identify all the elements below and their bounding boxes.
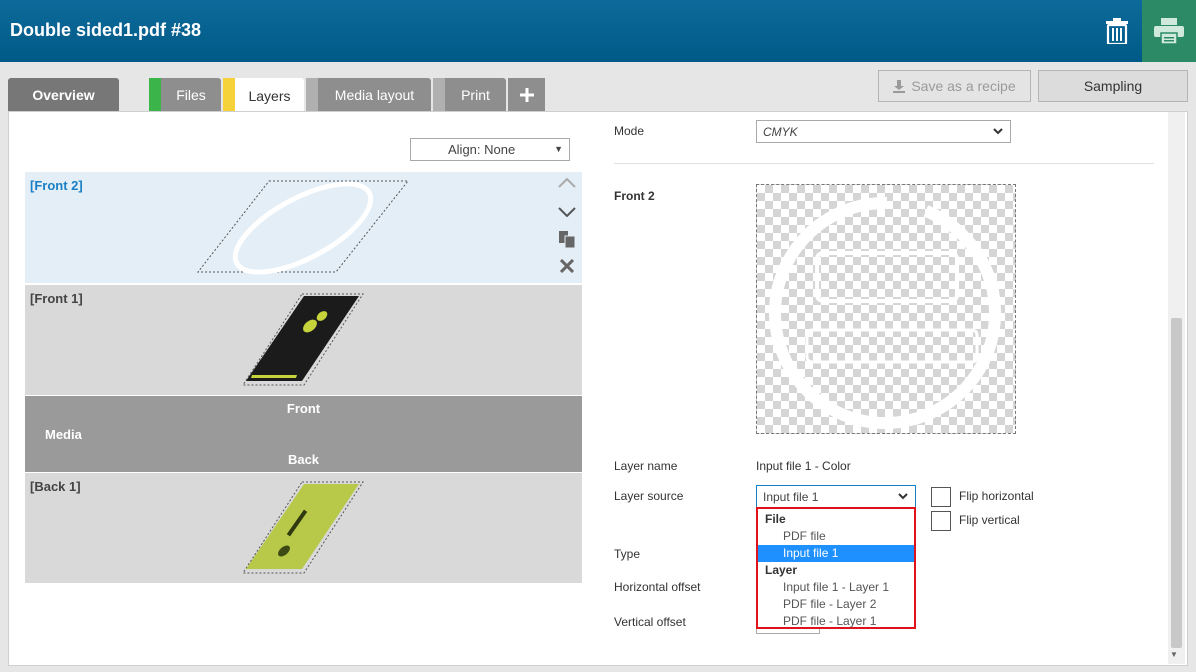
job-title: Double sided1.pdf #38	[10, 20, 202, 40]
layer-name: [Front 1]	[30, 291, 83, 306]
trash-icon	[1106, 18, 1128, 44]
tab-files-color-bar	[149, 78, 161, 112]
media-separator: Front Media Back	[25, 396, 582, 472]
media-front-label: Front	[286, 401, 321, 416]
chevron-down-icon	[558, 207, 576, 217]
move-down-button[interactable]	[555, 201, 579, 223]
divider	[614, 163, 1154, 164]
plus-icon	[519, 88, 534, 102]
chevron-down-icon	[993, 128, 1003, 135]
chevron-down-icon	[898, 493, 908, 500]
tab-layers-label: Layers	[248, 87, 291, 104]
dropdown-group-layer: Layer	[765, 563, 798, 577]
save-as-recipe-button[interactable]: Save as a recipe	[878, 70, 1031, 102]
dropdown-group-file: File	[765, 512, 786, 526]
chevron-up-icon	[558, 178, 576, 188]
sampling-button[interactable]: Sampling	[1038, 70, 1188, 102]
tab-overview-label: Overview	[32, 87, 95, 103]
layer-thumbnail	[242, 481, 364, 574]
close-icon	[560, 259, 574, 273]
layer-name-label: Layer name	[614, 459, 678, 473]
tab-layers-color-bar	[223, 78, 235, 113]
layer-name: [Front 2]	[30, 178, 83, 193]
tab-print-color-bar	[433, 78, 445, 112]
printer-icon	[1154, 18, 1184, 44]
move-up-button[interactable]	[555, 172, 579, 194]
media-back-label: Back	[287, 452, 320, 467]
add-tab-button[interactable]	[508, 78, 545, 112]
tab-print-label: Print	[461, 87, 490, 103]
section-title: Front 2	[614, 189, 655, 203]
tab-media-layout-color-bar	[306, 78, 318, 112]
tab-files[interactable]: Files	[149, 78, 221, 112]
type-label: Type	[614, 547, 641, 561]
align-select[interactable]: Align: None ▼	[410, 138, 570, 161]
duplicate-button[interactable]	[555, 228, 579, 250]
flip-horizontal-label: Flip horizontal	[959, 489, 1034, 503]
tab-media-layout[interactable]: Media layout	[306, 78, 431, 112]
sampling-label: Sampling	[1083, 78, 1143, 94]
app-header: Double sided1.pdf #38	[0, 0, 1196, 62]
copy-icon	[559, 230, 575, 248]
vertical-offset-label: Vertical offset	[614, 615, 686, 629]
media-label: Media	[45, 427, 82, 442]
delete-button[interactable]	[1094, 0, 1140, 62]
tab-layers[interactable]: Layers	[223, 78, 304, 113]
print-button[interactable]	[1142, 0, 1196, 62]
preview-artwork	[769, 197, 1001, 429]
mode-select[interactable]: CMYK	[756, 120, 1011, 143]
mode-label: Mode	[614, 124, 645, 138]
tab-media-layout-label: Media layout	[334, 87, 415, 103]
tab-files-label: Files	[176, 87, 206, 103]
layer-name: [Back 1]	[30, 479, 81, 494]
download-icon	[893, 79, 906, 93]
layer-source-dropdown: File PDF file Input file 1 Layer Input f…	[756, 507, 916, 629]
horizontal-offset-label: Horizontal offset	[614, 580, 701, 594]
dropdown-option[interactable]: PDF file	[758, 528, 914, 545]
scroll-down-arrow-icon[interactable]: ▼	[1170, 650, 1178, 659]
layer-item-back-1[interactable]: [Back 1]	[25, 473, 582, 583]
dropdown-option-selected[interactable]: Input file 1	[758, 545, 914, 562]
flip-vertical-checkbox[interactable]	[931, 511, 951, 531]
flip-vertical-label: Flip vertical	[959, 513, 1020, 527]
layer-preview	[756, 184, 1016, 434]
layer-item-front-1[interactable]: [Front 1]	[25, 285, 582, 395]
dropdown-option[interactable]: Input file 1 - Layer 1	[758, 579, 914, 596]
layer-source-label: Layer source	[614, 489, 684, 503]
tab-overview[interactable]: Overview	[8, 78, 119, 112]
layer-source-value: Input file 1	[763, 490, 819, 504]
layer-item-front-2[interactable]: [Front 2]	[25, 172, 582, 283]
save-as-recipe-label: Save as a recipe	[911, 78, 1016, 94]
scrollbar-thumb[interactable]	[1171, 318, 1182, 648]
remove-layer-button[interactable]	[555, 255, 579, 277]
layer-source-select[interactable]: Input file 1	[756, 485, 916, 508]
dropdown-arrow-icon: ▼	[554, 144, 563, 154]
dropdown-option[interactable]: PDF file - Layer 1	[758, 613, 914, 630]
mode-value: CMYK	[763, 125, 798, 139]
layer-thumbnail	[197, 180, 409, 275]
align-value: Align: None	[448, 142, 516, 157]
tab-print[interactable]: Print	[433, 78, 506, 112]
flip-horizontal-checkbox[interactable]	[931, 487, 951, 507]
layer-thumbnail	[242, 293, 364, 386]
dropdown-option[interactable]: PDF file - Layer 2	[758, 596, 914, 613]
layer-name-value: Input file 1 - Color	[756, 459, 851, 473]
